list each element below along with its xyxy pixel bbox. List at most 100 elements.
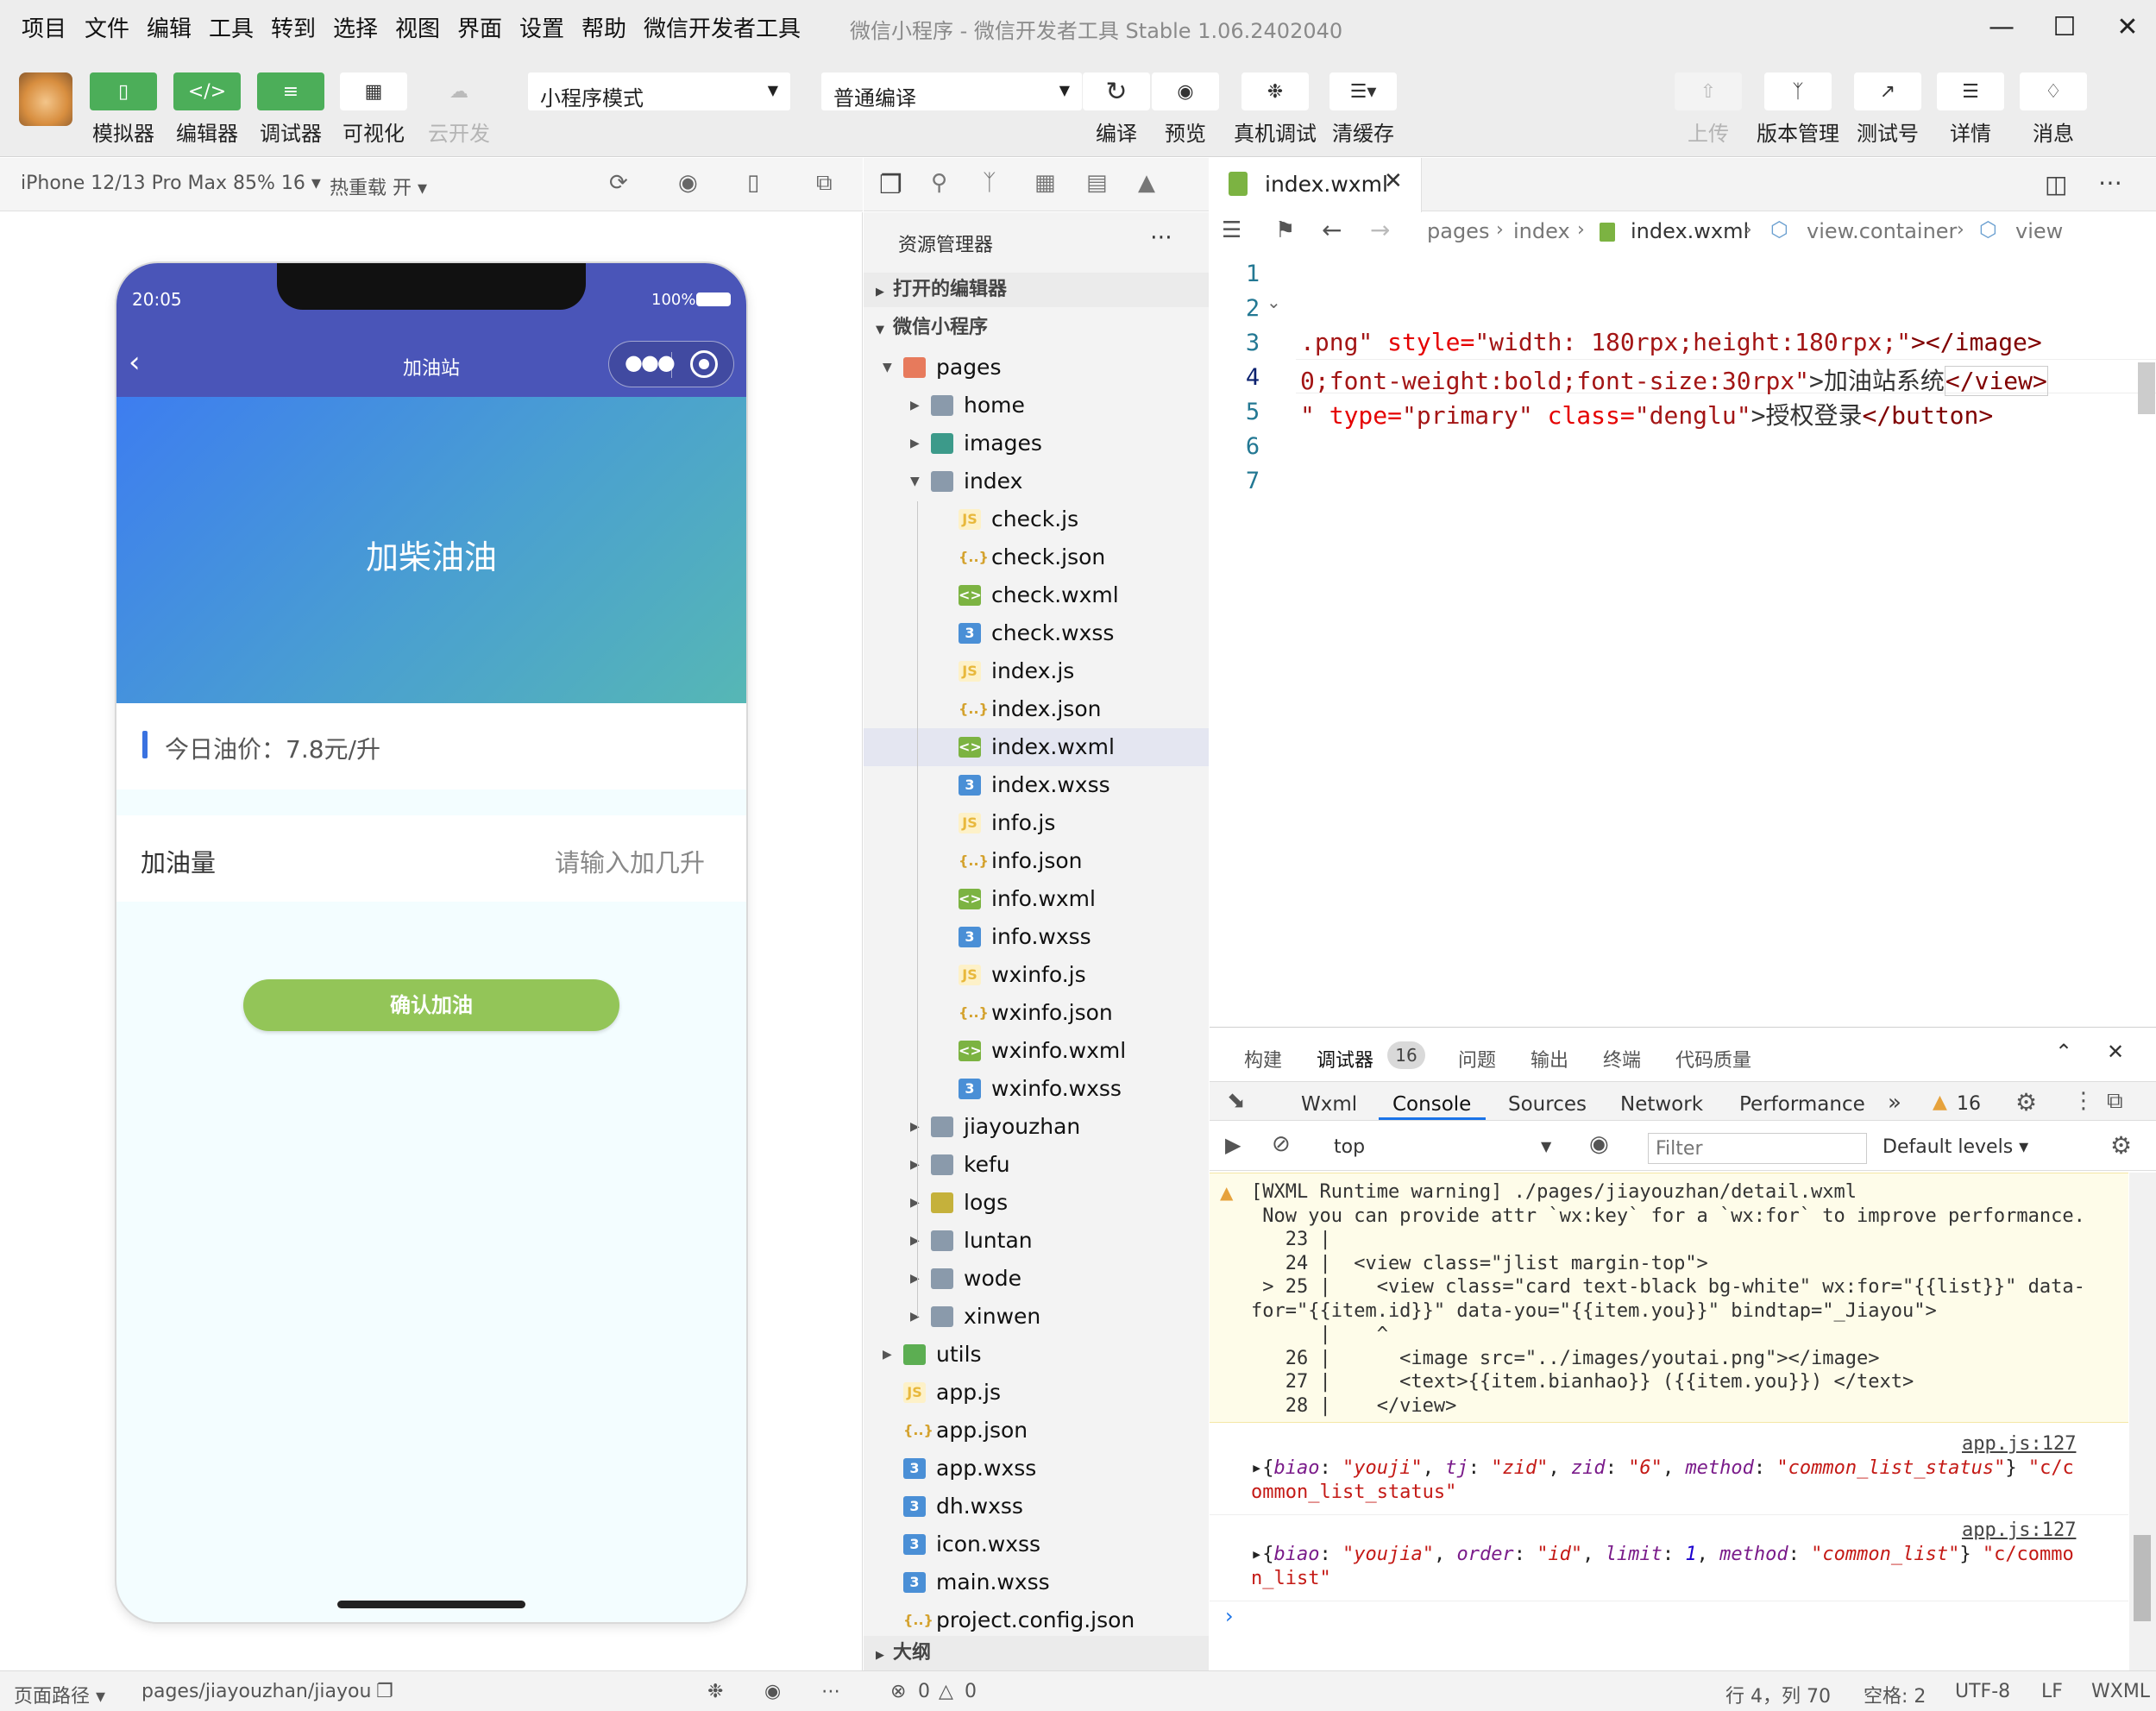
eye-icon[interactable]: ◉	[764, 1681, 781, 1702]
compile-mode-select[interactable]: 普通编译 ▼	[821, 72, 1082, 110]
project-section[interactable]: ▼ 微信小程序	[864, 311, 1209, 345]
docker-icon[interactable]: ▲	[1138, 170, 1155, 196]
tree-item[interactable]: JS index.js	[864, 652, 1209, 690]
log-entry[interactable]: ▸{biao: "youji", tj: "zid", zid: "6", me…	[1251, 1457, 2074, 1479]
tree-item[interactable]: ▶ utils	[864, 1336, 1209, 1374]
source-control-icon[interactable]: ᛉ	[983, 170, 996, 196]
device-select[interactable]: iPhone 12/13 Pro Max 85% 16 ▾	[21, 173, 321, 194]
gear-icon[interactable]: ⚙	[2015, 1088, 2037, 1117]
collapse-up-icon[interactable]: ⌃	[2055, 1040, 2072, 1064]
tree-item[interactable]: 3 check.wxss	[864, 614, 1209, 652]
capsule-menu[interactable]: ●●●	[608, 341, 734, 387]
warning-text[interactable]: [WXML Runtime warning] ./pages/jiayouzha…	[1251, 1180, 2085, 1418]
caret-right-icon[interactable]: ▶	[910, 1146, 920, 1184]
copy-icon[interactable]: ❐	[376, 1681, 393, 1702]
mode-select[interactable]: 小程序模式 ▼	[528, 72, 790, 110]
open-editors-section[interactable]: ▶ 打开的编辑器	[864, 273, 1209, 307]
editor-button[interactable]: </> 编辑器	[173, 72, 242, 147]
tab-terminal[interactable]: 终端	[1603, 1045, 1641, 1073]
test-account-button[interactable]: ↗ 测试号	[1853, 72, 1922, 147]
files-icon[interactable]: ❐	[879, 170, 902, 200]
quantity-input[interactable]: 请输入加几升	[555, 843, 705, 879]
tree-item[interactable]: 3 index.wxss	[864, 766, 1209, 804]
bookmark-icon[interactable]: ⚑	[1275, 217, 1295, 243]
tree-item[interactable]: {..} wxinfo.json	[864, 994, 1209, 1032]
storage-icon[interactable]: ▤	[1086, 170, 1108, 196]
tree-item[interactable]: <> check.wxml	[864, 576, 1209, 614]
code-editor[interactable]: 1 2 ⌄ 3 4 5 6 7 .png" style="width: 180r…	[1210, 254, 2156, 1027]
tree-item[interactable]: ▶ home	[864, 387, 1209, 425]
tab-problems[interactable]: 问题	[1458, 1045, 1496, 1073]
tree-item[interactable]: ▶ images	[864, 425, 1209, 462]
tab-output[interactable]: 输出	[1531, 1045, 1568, 1073]
tree-item[interactable]: {..} project.config.json	[864, 1601, 1209, 1639]
more-icon[interactable]: ⋯	[821, 1681, 840, 1702]
page-path-select[interactable]: 页面路径 ▾	[14, 1681, 105, 1708]
caret-right-icon[interactable]: ▶	[910, 1260, 920, 1298]
tree-item[interactable]: ▶ xinwen	[864, 1298, 1209, 1336]
crumb-file[interactable]: index.wxml	[1631, 219, 1749, 243]
upload-button[interactable]: ⇧ 上传	[1674, 72, 1743, 147]
real-debug-button[interactable]: ❉ 真机调试	[1232, 72, 1318, 147]
gear-icon[interactable]: ⚙	[2110, 1131, 2132, 1160]
caret-right-icon[interactable]: ▶	[910, 1222, 920, 1260]
confirm-button[interactable]: 确认加油	[243, 979, 619, 1031]
tree-item[interactable]: ▼ pages	[864, 349, 1209, 387]
caret-right-icon[interactable]: ▶	[910, 387, 920, 425]
tree-item[interactable]: <> wxinfo.wxml	[864, 1032, 1209, 1070]
tree-item[interactable]: JS app.js	[864, 1374, 1209, 1412]
split-editor-icon[interactable]: ◫	[2045, 170, 2067, 198]
filter-input[interactable]	[1648, 1133, 1867, 1164]
caret-right-icon[interactable]: ▶	[910, 1184, 920, 1222]
encoding[interactable]: UTF-8	[1955, 1681, 2010, 1702]
eye-icon[interactable]: ◉	[1589, 1131, 1609, 1157]
cloud-button[interactable]: ☁ 云开发	[424, 72, 493, 147]
log-source-link[interactable]: app.js:127	[1962, 1519, 2076, 1541]
tree-item[interactable]: 3 wxinfo.wxss	[864, 1070, 1209, 1108]
caret-right-icon[interactable]: ▶	[910, 425, 920, 462]
menu-edit[interactable]: 编辑	[147, 11, 192, 43]
indentation[interactable]: 空格: 2	[1864, 1681, 1926, 1708]
tree-item[interactable]: ▶ kefu	[864, 1146, 1209, 1184]
tree-item[interactable]: JS wxinfo.js	[864, 956, 1209, 994]
tab-debugger[interactable]: 调试器	[1317, 1045, 1373, 1073]
kebab-menu-icon[interactable]: ⋮	[2072, 1088, 2095, 1114]
detail-button[interactable]: ☰ 详情	[1936, 72, 2005, 147]
caret-down-icon[interactable]: ▼	[910, 462, 920, 500]
tree-item[interactable]: <> index.wxml	[864, 728, 1209, 766]
tab-sources[interactable]: Sources	[1508, 1093, 1587, 1116]
bug-icon[interactable]: ❉	[707, 1681, 723, 1702]
fold-chevron-icon[interactable]: ⌄	[1267, 292, 1281, 312]
forward-arrow-icon[interactable]: →	[1370, 216, 1390, 244]
tree-item[interactable]: 3 app.wxss	[864, 1450, 1209, 1488]
clear-console-icon[interactable]: ⊘	[1272, 1131, 1291, 1157]
tree-item[interactable]: 3 info.wxss	[864, 918, 1209, 956]
crumb-view[interactable]: view	[2015, 219, 2063, 243]
version-button[interactable]: ᛉ 版本管理	[1753, 72, 1843, 147]
more-icon[interactable]: ⋯	[2098, 168, 2122, 197]
record-icon[interactable]: ◉	[678, 170, 698, 196]
more-icon[interactable]: ⋯	[1150, 224, 1172, 250]
rotate-icon[interactable]: ⟳	[609, 170, 628, 196]
tree-item[interactable]: 3 icon.wxss	[864, 1525, 1209, 1563]
hot-reload-toggle[interactable]: 热重载 开 ▾	[330, 173, 427, 200]
outline-section[interactable]: ▶ 大纲	[864, 1636, 1209, 1670]
caret-down-icon[interactable]: ▼	[883, 349, 892, 387]
line-ending[interactable]: LF	[2041, 1681, 2063, 1702]
close-tab-icon[interactable]: ✕	[1384, 168, 1403, 194]
simulator-button[interactable]: ▯ 模拟器	[89, 72, 158, 147]
extensions-icon[interactable]: ▦	[1034, 170, 1056, 196]
caret-right-icon[interactable]: ▶	[910, 1108, 920, 1146]
tab-console[interactable]: Console	[1392, 1093, 1471, 1116]
sidebar-toggle-icon[interactable]: ▶	[1225, 1133, 1241, 1157]
close-panel-icon[interactable]: ✕	[2107, 1040, 2124, 1064]
scrollbar-thumb[interactable]	[2138, 362, 2155, 414]
tree-item[interactable]: ▶ wode	[864, 1260, 1209, 1298]
tree-item[interactable]: ▶ luntan	[864, 1222, 1209, 1260]
warning-count[interactable]: 16	[1957, 1093, 1981, 1115]
avatar[interactable]	[19, 72, 72, 126]
tree-item[interactable]: {..} check.json	[864, 538, 1209, 576]
tab-wxml[interactable]: Wxml	[1301, 1093, 1357, 1116]
context-select[interactable]: top	[1334, 1136, 1365, 1158]
tab-build[interactable]: 构建	[1244, 1045, 1282, 1073]
